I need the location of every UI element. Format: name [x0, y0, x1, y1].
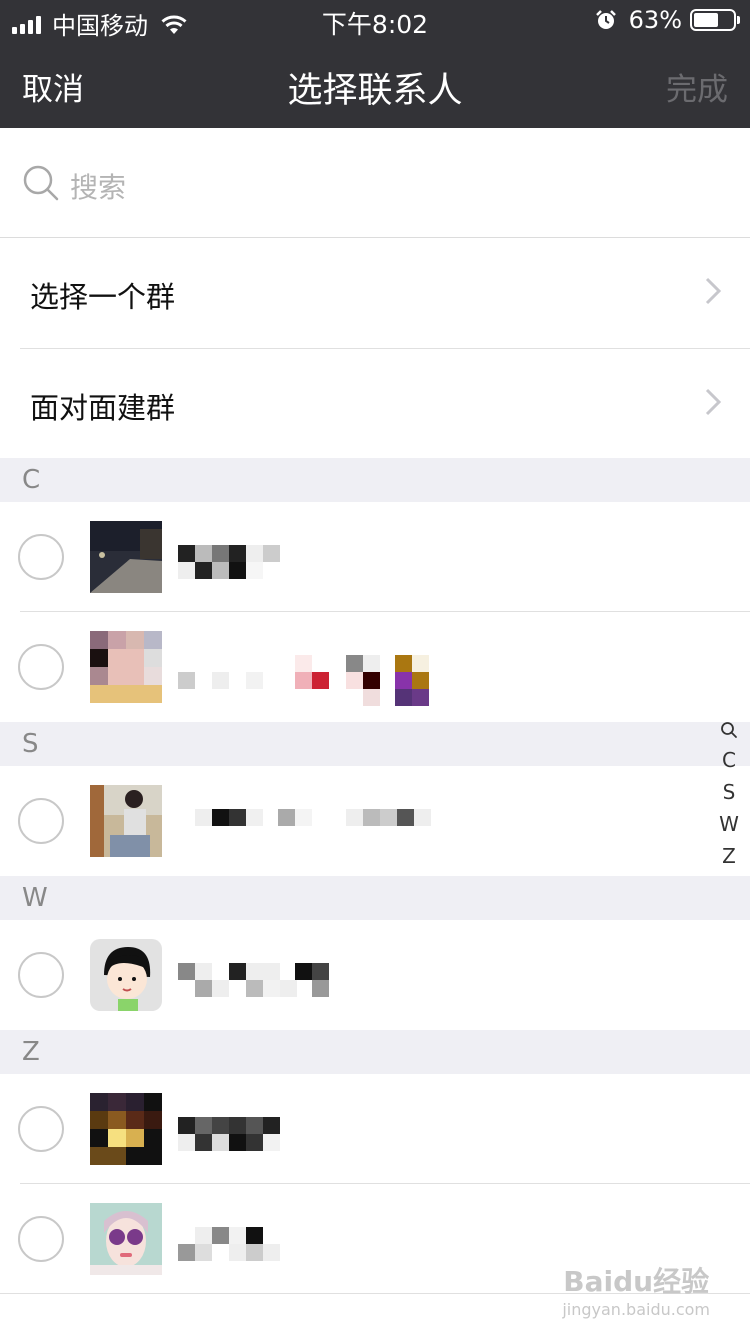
section-letter: W — [22, 883, 48, 913]
contact-row[interactable] — [0, 920, 750, 1030]
section-header-s: S — [0, 722, 750, 766]
search-icon — [23, 165, 59, 201]
avatar — [90, 785, 162, 857]
chevron-right-icon — [705, 277, 722, 305]
chevron-right-icon — [705, 388, 722, 416]
section-header-c: C — [0, 458, 750, 502]
section-letter: C — [22, 465, 41, 495]
top-bar: 中国移动 下午8:02 63% 取消 选择联系人 完成 — [0, 0, 750, 128]
battery-percent: 63% — [628, 6, 682, 34]
select-group-label: 选择一个群 — [30, 280, 176, 314]
avatar — [90, 521, 162, 593]
section-header-w: W — [0, 876, 750, 920]
avatar — [90, 1203, 162, 1275]
index-letter-z[interactable]: Z — [718, 840, 740, 872]
done-button[interactable]: 完成 — [666, 64, 728, 109]
index-search-icon[interactable] — [718, 712, 740, 744]
select-group-item[interactable]: 选择一个群 — [0, 238, 750, 348]
select-radio[interactable] — [18, 798, 64, 844]
avatar — [90, 631, 162, 703]
watermark-url: jingyan.baidu.com — [562, 1300, 710, 1319]
cancel-button[interactable]: 取消 — [22, 64, 84, 109]
select-radio[interactable] — [18, 1216, 64, 1262]
battery-icon — [690, 9, 740, 31]
baidu-watermark: Baidu经验 jingyan.baidu.com — [562, 1260, 710, 1319]
index-letter-w[interactable]: W — [718, 808, 740, 840]
watermark-brand: Baidu经验 — [563, 1265, 710, 1298]
face-to-face-group-item[interactable]: 面对面建群 — [0, 349, 750, 459]
index-letter-c[interactable]: C — [718, 744, 740, 776]
status-right: 63% — [595, 6, 740, 34]
battery-fill — [694, 13, 718, 27]
alarm-icon — [595, 10, 616, 29]
select-radio[interactable] — [18, 644, 64, 690]
avatar — [90, 939, 162, 1011]
section-letter: S — [22, 729, 39, 759]
page-title: 选择联系人 — [287, 71, 463, 111]
nav-bar: 取消 选择联系人 完成 — [0, 40, 750, 128]
alphabet-index[interactable]: C S W Z — [718, 712, 740, 872]
contact-row[interactable] — [0, 612, 750, 722]
contact-row[interactable] — [0, 502, 750, 612]
section-header-z: Z — [0, 1030, 750, 1074]
search-bar[interactable]: 搜索 — [0, 128, 750, 238]
avatar — [90, 1093, 162, 1165]
select-radio[interactable] — [18, 952, 64, 998]
contact-row[interactable] — [0, 1074, 750, 1184]
section-letter: Z — [22, 1037, 40, 1067]
face-to-face-group-label: 面对面建群 — [30, 391, 176, 425]
status-bar: 中国移动 下午8:02 63% — [0, 0, 750, 40]
select-radio[interactable] — [18, 534, 64, 580]
contact-row[interactable] — [0, 766, 750, 876]
index-letter-s[interactable]: S — [718, 776, 740, 808]
select-radio[interactable] — [18, 1106, 64, 1152]
search-placeholder: 搜索 — [70, 171, 127, 204]
